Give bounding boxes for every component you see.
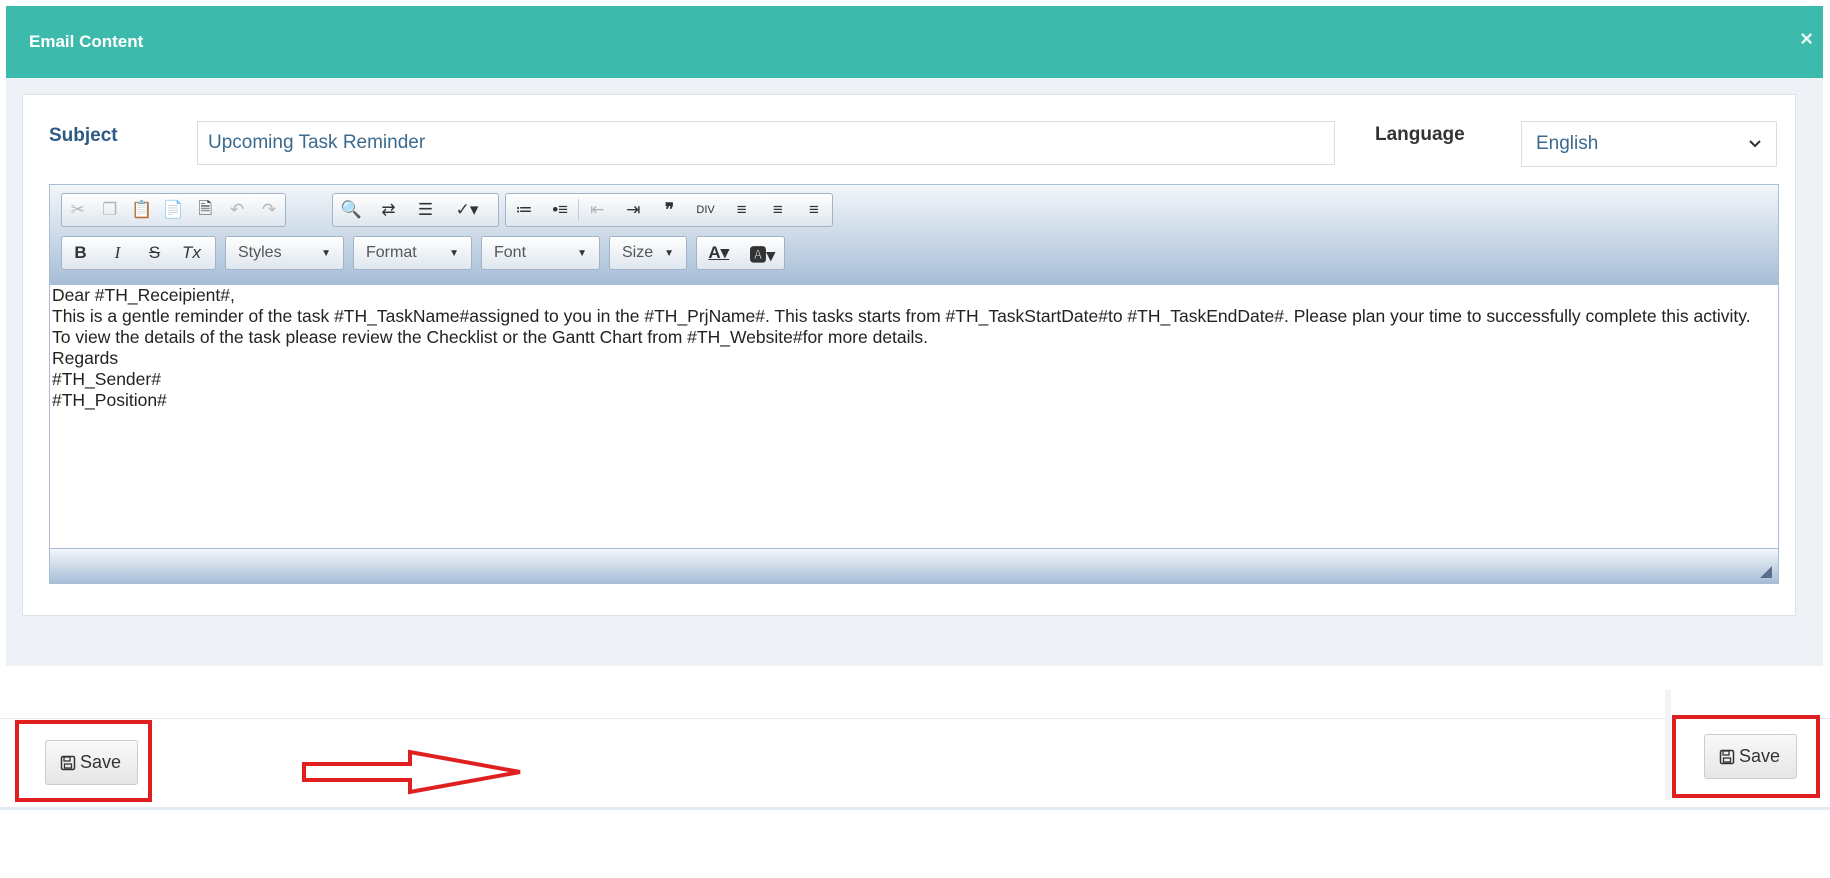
italic-icon[interactable]: I xyxy=(99,238,136,268)
arrow-right-icon xyxy=(302,749,521,795)
bulleted-list-icon[interactable]: •≡ xyxy=(542,195,578,225)
basic-styles-group: B I S Tx xyxy=(61,236,216,270)
format-label: Format xyxy=(366,244,417,261)
font-label: Font xyxy=(494,244,527,261)
div-container-icon[interactable]: DIV xyxy=(688,195,724,225)
modal-title: Email Content xyxy=(29,32,144,51)
editing-group: 🔍 ⇄ ☰ ✓▾ xyxy=(332,193,499,227)
paste-word-icon[interactable]: 🗎 xyxy=(189,195,221,225)
paste-icon[interactable]: 📋 xyxy=(126,195,158,225)
colors-group: A▾ 🅰▾ xyxy=(696,236,785,270)
caret-icon: ▼ xyxy=(664,247,674,259)
caret-icon: ▼ xyxy=(449,247,459,259)
language-label: Language xyxy=(1375,124,1465,145)
modal-header: Email Content × xyxy=(6,6,1823,78)
close-icon[interactable]: × xyxy=(1800,28,1813,50)
redo-icon[interactable]: ↷ xyxy=(253,195,285,225)
size-dropdown[interactable]: Size ▼ xyxy=(609,236,687,270)
bold-icon[interactable]: B xyxy=(62,238,99,268)
editor-content[interactable]: Dear #TH_Receipient#, This is a gentle r… xyxy=(52,285,1772,545)
body-line: #TH_Sender# xyxy=(52,369,161,389)
highlight-box-right xyxy=(1672,715,1820,798)
format-dropdown[interactable]: Format ▼ xyxy=(353,236,472,270)
modal-footer xyxy=(0,718,1830,810)
styles-dropdown[interactable]: Styles ▼ xyxy=(225,236,344,270)
undo-icon[interactable]: ↶ xyxy=(221,195,253,225)
outdent-icon[interactable]: ⇤ xyxy=(579,195,615,225)
subject-input[interactable] xyxy=(197,121,1335,165)
select-all-icon[interactable]: ☰ xyxy=(407,195,444,225)
editor-statusbar xyxy=(50,548,1778,583)
font-dropdown[interactable]: Font ▼ xyxy=(481,236,600,270)
styles-label: Styles xyxy=(238,244,282,261)
clipboard-group: ✂ ❐ 📋 📄 🗎 ↶ ↷ xyxy=(61,193,286,227)
blockquote-icon[interactable]: ❞ xyxy=(651,195,687,225)
caret-icon: ▼ xyxy=(321,247,331,259)
editor-toolbar: ✂ ❐ 📋 📄 🗎 ↶ ↷ 🔍 ⇄ ☰ ✓▾ ≔ •≡ ⇤ ⇥ ❞ DIV ≡ … xyxy=(50,185,1778,285)
text-color-icon[interactable]: A▾ xyxy=(697,238,741,268)
body-line: This is a gentle reminder of the task #T… xyxy=(52,306,1751,347)
rich-text-editor: ✂ ❐ 📋 📄 🗎 ↶ ↷ 🔍 ⇄ ☰ ✓▾ ≔ •≡ ⇤ ⇥ ❞ DIV ≡ … xyxy=(49,184,1779,584)
body-line: Regards xyxy=(52,348,119,368)
spellcheck-icon[interactable]: ✓▾ xyxy=(444,195,490,225)
align-right-icon[interactable]: ≡ xyxy=(796,195,832,225)
strikethrough-icon[interactable]: S xyxy=(136,238,173,268)
align-center-icon[interactable]: ≡ xyxy=(760,195,796,225)
find-icon[interactable]: 🔍 xyxy=(333,195,370,225)
replace-icon[interactable]: ⇄ xyxy=(370,195,407,225)
language-select[interactable]: English xyxy=(1521,121,1777,167)
caret-icon: ▼ xyxy=(577,247,587,259)
body-line: #TH_Position# xyxy=(52,390,167,410)
body-line: Dear #TH_Receipient#, xyxy=(52,285,235,305)
subject-label: Subject xyxy=(49,125,118,146)
copy-icon[interactable]: ❐ xyxy=(94,195,126,225)
chevron-down-icon xyxy=(1749,140,1761,148)
align-left-icon[interactable]: ≡ xyxy=(724,195,760,225)
size-label: Size xyxy=(622,244,654,261)
language-selected-value: English xyxy=(1536,133,1599,154)
indent-icon[interactable]: ⇥ xyxy=(615,195,651,225)
paste-text-icon[interactable]: 📄 xyxy=(158,195,190,225)
numbered-list-icon[interactable]: ≔ xyxy=(506,195,542,225)
highlight-box-left xyxy=(15,720,152,802)
cut-icon[interactable]: ✂ xyxy=(62,195,94,225)
footer-divider xyxy=(1665,690,1671,800)
background-color-icon[interactable]: 🅰▾ xyxy=(741,238,785,268)
resize-handle-icon[interactable] xyxy=(1760,566,1772,578)
remove-format-icon[interactable]: Tx xyxy=(173,238,210,268)
paragraph-group: ≔ •≡ ⇤ ⇥ ❞ DIV ≡ ≡ ≡ xyxy=(505,193,833,227)
